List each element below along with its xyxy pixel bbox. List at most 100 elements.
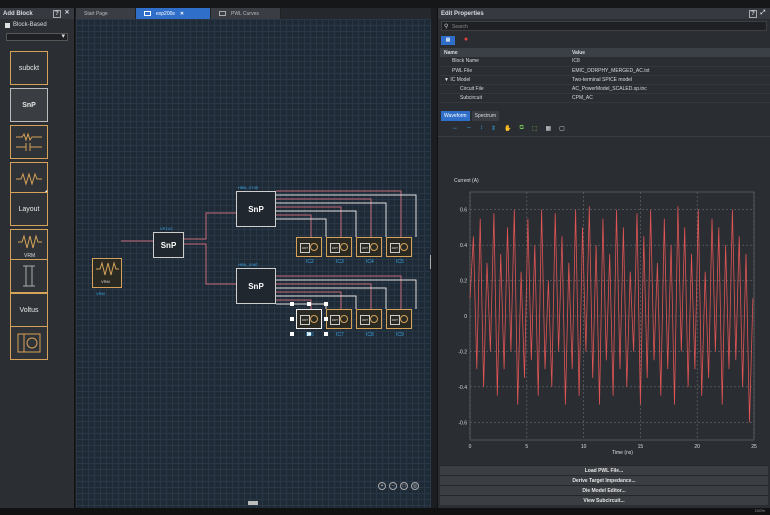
ic-block-ic2[interactable]: CKT (296, 237, 322, 257)
prop-value[interactable]: AC_PowerModel_SCALED.sp.inc (568, 84, 770, 94)
help-icon[interactable]: ? (749, 9, 757, 18)
zoom-fit-icon[interactable]: □ (400, 482, 408, 490)
y-tick-label: 0.2 (460, 279, 467, 285)
tab-waveform[interactable]: Waveform (441, 110, 470, 121)
prop-value[interactable]: IC8 (568, 57, 770, 67)
radio-icon[interactable] (5, 22, 10, 28)
block-resistor[interactable]: ◢ (10, 162, 48, 197)
col-name-header: Name (440, 48, 568, 57)
zoom-out-icon[interactable]: − (389, 482, 397, 490)
properties-toolbar: ▦ ● (438, 33, 770, 48)
tab-spectrum[interactable]: Spectrum (471, 110, 500, 121)
x-tick-label: 20 (694, 444, 700, 450)
snp-block-1[interactable]: SnP (153, 232, 184, 258)
ckt-box: CKT (360, 315, 370, 325)
tab-exp200s[interactable]: exp200s ✕ (136, 8, 211, 19)
top-bar (0, 0, 770, 8)
x-tick-label: 5 (525, 444, 528, 450)
schematic-icon (144, 11, 151, 16)
resistor-icon (16, 172, 42, 186)
vrm-icon: VRM (18, 234, 42, 259)
block-rlc[interactable] (10, 125, 48, 159)
ckt-box: CKT (390, 315, 400, 325)
snp-caption-2: HBN_X745 (238, 185, 259, 190)
edit-properties-title: Edit Properties (441, 10, 484, 17)
prop-name: Circuit File (440, 84, 568, 94)
selection-handles[interactable] (290, 302, 328, 336)
block-transmission-line[interactable] (10, 259, 48, 293)
prop-name[interactable]: ▼ IC Model (440, 75, 568, 85)
block-current-source[interactable] (10, 326, 48, 360)
block-based-label: Block-Based (13, 22, 47, 28)
search-placeholder: Search (452, 24, 468, 30)
pan-hand-icon[interactable]: ✋ (504, 125, 511, 132)
snp-block-3[interactable]: SnP (236, 268, 276, 304)
block-category-dropdown[interactable] (6, 32, 68, 41)
die-model-editor-button[interactable]: Die Model Editor... (440, 485, 768, 495)
waveform-plot[interactable]: Current (A) Time (ns) 0.6 0.4 0.2 0 -0.2 -0.4… (440, 172, 768, 464)
current-source-icon (17, 333, 41, 353)
current-source-icon (340, 243, 348, 251)
current-source-icon (340, 315, 348, 323)
search-icon: ⚲ (444, 24, 449, 30)
view-subcircuit-button[interactable]: View Subcircuit... (440, 495, 768, 505)
zoom-y-icon[interactable]: ↕ (480, 125, 483, 132)
block-vrm[interactable]: VRM (10, 229, 48, 263)
tab-pwl-curves[interactable]: PWL Curves (211, 8, 281, 19)
document-tabs: Start Page exp200s ✕ PWL Curves (76, 8, 431, 19)
y-tick-label: -0.4 (458, 385, 467, 391)
block-snp[interactable]: SnP (10, 88, 48, 122)
export-icon[interactable]: ⬚ (532, 125, 538, 132)
panel-splitter-handle[interactable] (430, 255, 431, 269)
block-voltus[interactable]: Voltus (10, 293, 48, 327)
y-tick-label: 0 (464, 314, 467, 320)
snp-block-2[interactable]: SnP (236, 191, 276, 227)
bottom-splitter-handle[interactable] (248, 501, 258, 505)
pan-y-icon[interactable]: ⇕ (491, 125, 496, 132)
table-row[interactable]: ▼ IC Model Two-terminal SPICE model (440, 75, 770, 85)
ic-block-ic7[interactable]: CKT (326, 309, 352, 329)
help-icon[interactable]: ? (53, 9, 61, 18)
block-based-option[interactable]: Block-Based (0, 19, 74, 31)
ic-block-ic5[interactable]: CKT (386, 237, 412, 257)
grid-icon[interactable]: ▦ (545, 125, 551, 132)
table-row[interactable]: Block Name IC8 (440, 57, 770, 67)
ic-label-ic7: IC7 (336, 332, 344, 338)
waveform-chart[interactable]: Current (A) Time (ns) 0.6 0.4 0.2 0 -0.2 -0.4… (440, 172, 768, 464)
grid-view-button[interactable]: ▦ (441, 36, 455, 45)
zoom-in-icon[interactable]: + (378, 482, 386, 490)
y-tick-label: 0.4 (460, 243, 467, 249)
tab-start-page[interactable]: Start Page (76, 8, 136, 19)
filter-button[interactable]: ● (459, 36, 473, 45)
block-layout[interactable]: Layout (10, 192, 48, 226)
current-source-icon (400, 243, 408, 251)
zoom-x-icon[interactable]: ↔ (452, 125, 458, 132)
pin-icon[interactable]: ⤢ (759, 10, 767, 18)
derive-target-impedance-button[interactable]: Derive Target Impedance... (440, 475, 768, 485)
table-row[interactable]: Subcircuit CPM_AC (440, 93, 770, 103)
zoom-reset-icon[interactable]: ◎ (411, 482, 419, 490)
zoom-xy-icon[interactable]: ⇔ (466, 125, 472, 132)
copy-icon[interactable]: ⧉ (520, 125, 524, 132)
prop-value[interactable]: CPM_AC (568, 93, 770, 103)
ic-block-ic8[interactable]: CKT (356, 309, 382, 329)
vrm-caption: VRM (96, 291, 105, 296)
block-subckt[interactable]: subckt (10, 51, 48, 85)
prop-value[interactable]: Two-terminal SPICE model (568, 75, 770, 85)
close-icon[interactable]: ✕ (63, 10, 71, 18)
fit-icon[interactable]: ▢ (559, 125, 565, 132)
prop-value[interactable]: EMIC_DDRPHY_MERGED_AC.txt (568, 66, 770, 76)
table-row[interactable]: PWL File EMIC_DDRPHY_MERGED_AC.txt (440, 66, 770, 76)
properties-search[interactable]: ⚲ Search (441, 21, 767, 31)
table-row[interactable]: Circuit File AC_PowerModel_SCALED.sp.inc (440, 84, 770, 94)
ic-block-ic9[interactable]: CKT (386, 309, 412, 329)
tab-close-icon[interactable]: ✕ (180, 11, 184, 17)
ic-block-ic4[interactable]: CKT (356, 237, 382, 257)
x-tick-label: 0 (469, 444, 472, 450)
ic-block-ic3[interactable]: CKT (326, 237, 352, 257)
y-tick-label: -0.6 (458, 420, 467, 426)
schematic-canvas[interactable]: VRM VRM VP1V2 SnP HBN_X745 SnP HBN_X987 … (76, 19, 431, 508)
load-pwl-file-button[interactable]: Load PWL File... (440, 465, 768, 475)
vrm-block[interactable]: VRM (92, 258, 122, 288)
zoom-level: 100% (754, 508, 765, 513)
